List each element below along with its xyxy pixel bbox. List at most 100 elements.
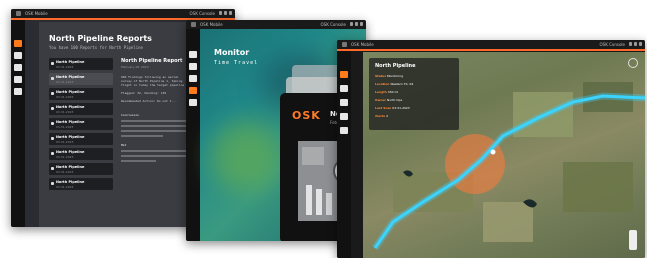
list-item-title: North Pipeline (56, 120, 85, 124)
sidebar-item-monitor[interactable] (340, 99, 348, 106)
info-row: Last Scan 03-31-2023 (375, 106, 410, 110)
sidebar-item-home[interactable] (14, 40, 22, 47)
list-item-date: 03-31-2023 (56, 155, 74, 159)
bell-icon[interactable] (350, 22, 353, 26)
list-item[interactable]: North Pipeline 03-31-2023 (49, 148, 113, 160)
list-item[interactable]: North Pipeline 03-31-2023 (49, 103, 113, 115)
sidebar-item-settings[interactable] (14, 88, 22, 95)
osk-logo: OSK (292, 109, 321, 122)
info-label: Last Scan (375, 106, 392, 110)
report-icon (51, 137, 54, 140)
bell-icon[interactable] (629, 42, 632, 46)
report-icon (51, 62, 54, 65)
info-label: Alerts (375, 114, 386, 118)
sidebar-item-map[interactable] (14, 76, 22, 83)
page-title: Monitor (214, 48, 250, 57)
report-icon (51, 77, 54, 80)
report-text-lines-2 (121, 150, 191, 162)
user-icon[interactable] (229, 11, 232, 15)
list-item[interactable]: North Pipeline 03-31-2023 (49, 73, 113, 85)
sidebar-item-reports[interactable] (14, 52, 22, 59)
info-label: Length (375, 90, 387, 94)
page-title: North Pipeline Reports (49, 34, 152, 43)
info-label: Status (375, 74, 386, 78)
sidebar (11, 20, 25, 227)
info-title: North Pipeline (375, 63, 416, 69)
report-icon (51, 107, 54, 110)
report-met-heading: Met (121, 143, 127, 147)
titlebar: OSK Mobile OSK Console (11, 9, 235, 18)
info-row: Status Monitoring (375, 74, 403, 78)
info-value: 2 (386, 114, 388, 118)
sidebar (337, 51, 351, 258)
bell-icon[interactable] (219, 11, 222, 15)
list-item-date: 03-31-2023 (56, 80, 74, 84)
sidebar (186, 29, 200, 241)
settings-icon[interactable] (634, 42, 637, 46)
titlebar: OSK Mobile OSK Console (186, 20, 366, 29)
report-flagged: Flagged: 32, Pending: 130 (121, 91, 167, 95)
window-title: OSK Mobile (200, 22, 223, 27)
report-conclusion-heading: Conclusion (121, 113, 140, 117)
zoom-control[interactable] (629, 230, 637, 250)
list-item[interactable]: North Pipeline 03-31-2023 (49, 133, 113, 145)
report-text-lines (121, 120, 191, 137)
list-item-date: 03-31-2023 (56, 125, 74, 129)
background-glow (210, 121, 280, 191)
list-item-title: North Pipeline (56, 90, 85, 94)
pipeline-marker[interactable] (490, 149, 496, 155)
info-label: Location (375, 82, 390, 86)
page-subtitle: You have 100 Reports for North Pipeline (49, 45, 143, 50)
settings-icon[interactable] (224, 11, 227, 15)
list-item-date: 03-31-2023 (56, 185, 74, 189)
sidebar-item-reports[interactable] (189, 63, 197, 70)
info-value: 03-31-2023 (392, 106, 410, 110)
app-logo-icon (16, 11, 21, 16)
list-item[interactable]: North Pipeline 03-31-2023 (49, 58, 113, 70)
sidebar-item-settings[interactable] (189, 99, 197, 106)
sidebar-item-monitor[interactable] (189, 75, 197, 82)
user-icon[interactable] (639, 42, 642, 46)
titlebar: OSK Mobile OSK Console (337, 40, 645, 49)
settings-icon[interactable] (355, 22, 358, 26)
list-item[interactable]: North Pipeline 03-31-2023 (49, 88, 113, 100)
sidebar-item-reports[interactable] (340, 85, 348, 92)
sidebar-item-home[interactable] (189, 51, 197, 58)
report-icon (51, 167, 54, 170)
satellite-map[interactable]: North Pipeline Status Monitoring Location… (363, 52, 645, 258)
info-value: North Ops (386, 98, 403, 102)
list-item-date: 03-31-2023 (56, 110, 74, 114)
list-item-title: North Pipeline (56, 60, 85, 64)
sidebar-item-settings[interactable] (340, 127, 348, 134)
list-item-date: 03-31-2023 (56, 170, 74, 174)
list-item-title: North Pipeline (56, 75, 85, 79)
user-icon[interactable] (360, 22, 363, 26)
accent-bar (337, 49, 645, 51)
map-window: OSK Mobile OSK Console North Pipeline St… (337, 40, 645, 258)
sidebar-item-map[interactable] (340, 113, 348, 120)
list-item[interactable]: North Pipeline 03-31-2023 (49, 163, 113, 175)
report-recommended: Recommended Action: Do not 1... (121, 99, 177, 103)
report-list: North Pipeline 03-31-2023 North Pipeline 03… (49, 58, 113, 193)
info-value: Monitoring (386, 74, 403, 78)
list-item[interactable]: North Pipeline 03-31-2023 (49, 118, 113, 130)
list-item-date: 03-31-2023 (56, 140, 74, 144)
pipeline-info-panel: North Pipeline Status Monitoring Location… (369, 58, 459, 130)
list-item[interactable]: North Pipeline 03-31-2023 (49, 178, 113, 190)
info-value: Western TX, 04 (390, 82, 414, 86)
info-row: Location Western TX, 04 (375, 82, 413, 86)
sidebar-item-map[interactable] (189, 87, 197, 94)
list-item-date: 03-31-2023 (56, 95, 74, 99)
list-item-title: North Pipeline (56, 150, 85, 154)
compass-icon[interactable] (628, 58, 638, 68)
app-logo-icon (191, 22, 196, 27)
page-subtitle: Time Travel (214, 60, 259, 66)
sidebar-item-home[interactable] (340, 71, 348, 78)
list-item-title: North Pipeline (56, 105, 85, 109)
report-body: OSK Findings following an aerial survey … (121, 75, 185, 87)
app-logo-icon (342, 42, 347, 47)
info-label: Owner (375, 98, 386, 102)
info-value: 450 mi (387, 90, 399, 94)
report-icon (51, 152, 54, 155)
sidebar-item-monitor[interactable] (14, 64, 22, 71)
